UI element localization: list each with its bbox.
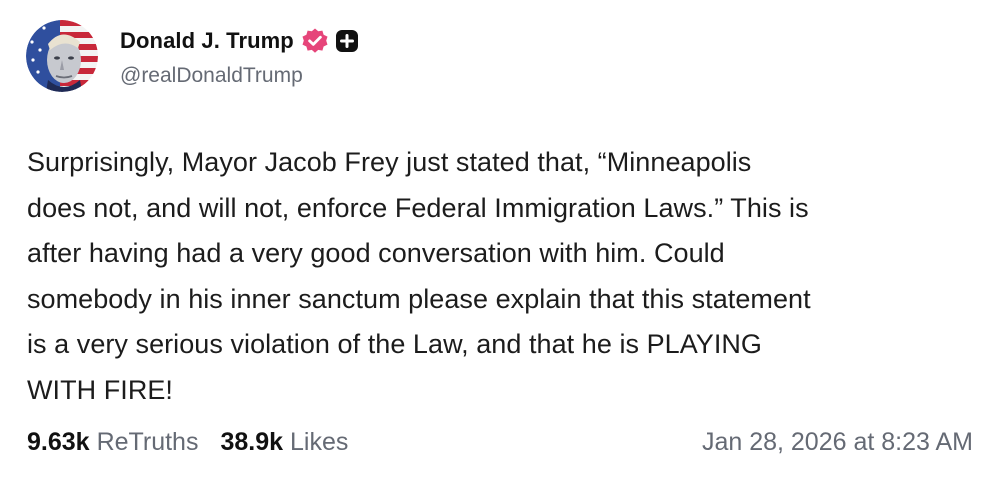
verified-badge-icon bbox=[301, 27, 329, 55]
author-display-name[interactable]: Donald J. Trump bbox=[120, 28, 294, 54]
post-card: Donald J. Trump @realDonaldTrump Surpris… bbox=[0, 0, 1000, 478]
likes-count[interactable]: 38.9k bbox=[220, 428, 283, 457]
post-timestamp[interactable]: Jan 28, 2026 at 8:23 AM bbox=[702, 428, 973, 457]
post-text: Surprisingly, Mayor Jacob Frey just stat… bbox=[27, 147, 811, 405]
retruths-label[interactable]: ReTruths bbox=[97, 428, 199, 457]
patriotic-portrait-avatar-icon bbox=[26, 20, 98, 92]
author-handle[interactable]: @realDonaldTrump bbox=[120, 64, 303, 88]
retruths-count[interactable]: 9.63k bbox=[27, 428, 90, 457]
author-name-row: Donald J. Trump bbox=[120, 26, 359, 56]
likes-label[interactable]: Likes bbox=[290, 428, 348, 457]
post-stats: 9.63k ReTruths 38.9k Likes bbox=[27, 428, 348, 457]
avatar[interactable] bbox=[26, 20, 98, 92]
plus-badge-icon bbox=[335, 29, 359, 53]
